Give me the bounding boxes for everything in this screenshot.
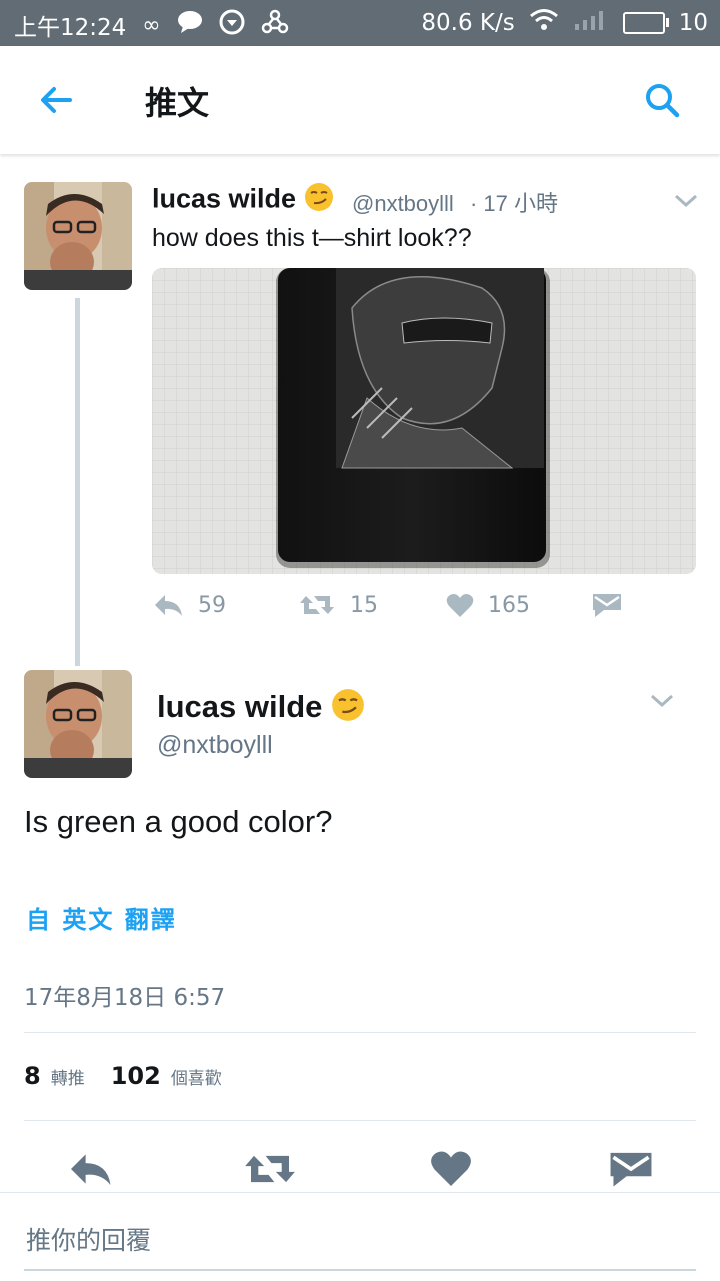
retweet-count: 15	[350, 592, 378, 618]
main-tweet-actions	[0, 1146, 720, 1196]
parent-tweet-text: how does this t—shirt look??	[152, 224, 472, 252]
like-label[interactable]: 個喜歡	[171, 1064, 222, 1089]
envelope-icon	[593, 594, 621, 617]
reply-count: 59	[198, 592, 226, 618]
share-icon	[261, 9, 289, 41]
wifi-icon	[529, 8, 559, 38]
reply-icon	[155, 595, 182, 616]
tweet-media-image[interactable]	[152, 268, 696, 574]
retweet-button[interactable]: 15	[298, 592, 378, 618]
retweet-icon[interactable]	[242, 1150, 298, 1193]
battery-level: 10	[678, 10, 708, 36]
heart-icon[interactable]	[430, 1148, 472, 1193]
chevron-down-icon[interactable]	[648, 690, 676, 710]
smirk-emoji-icon	[304, 182, 334, 219]
parent-tweet-handle: @nxtboylll	[352, 191, 454, 216]
like-total[interactable]: 102	[111, 1062, 161, 1090]
page-title: 推文	[145, 84, 210, 122]
direct-message-button[interactable]	[592, 592, 622, 618]
envelope-icon[interactable]	[608, 1150, 654, 1193]
reply-composer[interactable]: 推你的回覆	[0, 1192, 720, 1281]
app-bar: 推文	[0, 46, 720, 154]
download-icon	[219, 9, 245, 41]
arrow-left-icon[interactable]	[36, 80, 76, 120]
chevron-down-icon[interactable]	[672, 190, 700, 210]
main-tweet-text: Is green a good color?	[24, 804, 333, 839]
divider	[24, 1032, 696, 1033]
chat-bubble-icon	[177, 10, 203, 40]
heart-icon	[446, 594, 474, 617]
avatar[interactable]	[24, 670, 132, 778]
retweet-icon	[300, 596, 334, 614]
like-button[interactable]: 165	[446, 592, 530, 618]
main-tweet-handle: @nxtboylll	[157, 731, 273, 759]
status-bar: 上午12:24 ∞ 80.6 K/s 10	[0, 0, 720, 46]
parent-tweet-author[interactable]: lucas wilde	[152, 182, 334, 219]
tweet-timestamp: 17年8月18日 6:57	[24, 985, 226, 1011]
signal-icon	[573, 8, 609, 38]
main-tweet-author[interactable]: lucas wilde	[157, 688, 365, 730]
reply-input-underline	[24, 1269, 696, 1271]
status-time: 上午12:24	[14, 15, 127, 41]
reply-input-placeholder[interactable]: 推你的回覆	[26, 1221, 151, 1257]
reply-icon[interactable]	[66, 1150, 114, 1193]
divider	[24, 1120, 696, 1121]
retweet-label[interactable]: 轉推	[51, 1064, 85, 1089]
network-speed: 80.6 K/s	[421, 10, 515, 36]
parent-tweet-time: · 17 小時	[469, 191, 558, 216]
avatar[interactable]	[24, 182, 132, 290]
infinity-icon: ∞	[142, 12, 161, 38]
reply-button[interactable]: 59	[152, 592, 226, 618]
parent-tweet-meta: @nxtboylll · 17 小時	[352, 186, 558, 218]
battery-icon	[622, 12, 669, 34]
search-icon[interactable]	[642, 80, 682, 120]
smirk-emoji-icon	[331, 688, 365, 730]
parent-tweet-actions: 59 15 165	[152, 592, 672, 628]
translate-link[interactable]: 自 英文 翻譯	[26, 900, 177, 935]
like-count: 165	[488, 592, 530, 618]
tweet-stats: 8 轉推 102 個喜歡	[24, 1062, 248, 1090]
thread-connector-line	[75, 298, 80, 666]
retweet-total[interactable]: 8	[24, 1062, 41, 1090]
